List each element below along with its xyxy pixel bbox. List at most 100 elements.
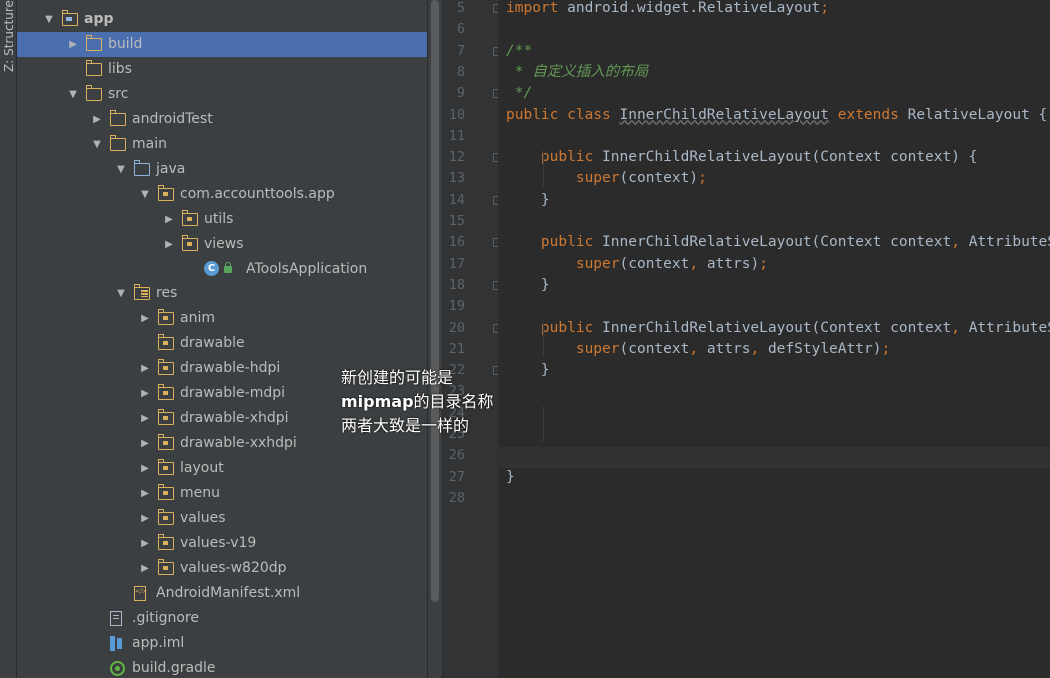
collapsed-arrow-icon[interactable]: ▶ (139, 556, 151, 581)
expanded-arrow-icon[interactable]: ▼ (67, 82, 79, 107)
code-token: (context (619, 340, 690, 357)
code-token: InnerChildRelativeLayout (619, 106, 830, 123)
code-token: attrs) (706, 255, 760, 272)
code-token: extends (829, 106, 908, 123)
collapsed-arrow-icon[interactable]: ▶ (139, 356, 151, 381)
package-folder-icon (157, 459, 174, 476)
expanded-arrow-icon[interactable]: ▼ (43, 7, 55, 32)
tree-item-main[interactable]: ▼ main (17, 132, 427, 157)
code-line[interactable]: /** (506, 41, 532, 62)
code-token: public (506, 234, 603, 251)
expanded-arrow-icon[interactable]: ▼ (139, 182, 151, 207)
code-line[interactable]: super(context, attrs, defStyleAttr); (506, 339, 890, 360)
code-line[interactable]: public InnerChildRelativeLayout(Context … (506, 232, 1050, 253)
code-line[interactable]: public class InnerChildRelativeLayout ex… (506, 105, 1047, 126)
project-tree-scrollbar[interactable] (428, 0, 442, 678)
code-line[interactable]: public InnerChildRelativeLayout(Context … (506, 318, 1050, 339)
editor-gutter: 5 6 7 8 9 10 11 12 13 14 15 16 17 18 19 20 21 22 23 24 25 26 2… (443, 0, 501, 678)
tree-item-res[interactable]: ▼ res (17, 281, 427, 306)
tree-item-build[interactable]: ▶ build (17, 31, 427, 57)
tree-item-src[interactable]: ▼ src (17, 82, 427, 107)
expanded-arrow-icon[interactable]: ▼ (115, 157, 127, 182)
code-token: */ (506, 85, 533, 102)
code-token: ; (820, 0, 830, 16)
code-token: RelativeLayout { (907, 106, 1048, 123)
collapsed-arrow-icon[interactable]: ▶ (67, 32, 79, 57)
line-number: 5 (456, 0, 465, 16)
line-number: 6 (456, 21, 465, 38)
tree-item-drawable[interactable]: drawable (17, 331, 427, 356)
collapsed-arrow-icon[interactable]: ▶ (163, 232, 175, 257)
tree-item-androidmanifest-xml[interactable]: AndroidManifest.xml (17, 581, 427, 606)
code-line[interactable]: } (506, 360, 550, 381)
tree-item-menu[interactable]: ▶ menu (17, 481, 427, 506)
code-editor[interactable]: import android.widget.RelativeLayout; /**… (498, 0, 1050, 678)
line-number: 9 (456, 85, 465, 102)
code-line[interactable]: */ (506, 83, 532, 104)
folder-icon (109, 109, 126, 126)
line-number: 26 (448, 447, 465, 464)
code-token: InnerChildRelativeLayout(Context context… (602, 149, 978, 166)
tree-item-atoolsapplication[interactable]: C AToolsApplication (17, 257, 427, 282)
code-line[interactable]: } (506, 275, 550, 296)
tree-item-views[interactable]: ▶ views (17, 232, 427, 257)
collapsed-arrow-icon[interactable]: ▶ (139, 456, 151, 481)
code-token: ; (759, 255, 768, 272)
expanded-arrow-icon[interactable]: ▼ (91, 132, 103, 157)
code-line[interactable]: super(context, attrs); (506, 254, 768, 275)
line-number: 18 (448, 276, 465, 293)
code-token: } (506, 276, 550, 293)
package-folder-icon (157, 409, 174, 426)
tree-item-values-w820dp[interactable]: ▶ values-w820dp (17, 556, 427, 581)
code-token: ; (698, 170, 707, 187)
tree-item-label: values (180, 510, 226, 526)
package-folder-icon (157, 359, 174, 376)
code-token: , (689, 340, 707, 357)
tree-item-libs[interactable]: libs (17, 57, 427, 82)
code-token: defStyleAttr) (767, 340, 882, 357)
scrollbar-thumb[interactable] (431, 0, 439, 602)
package-folder-icon (157, 558, 174, 575)
line-number: 8 (456, 63, 465, 80)
code-token: super (506, 170, 620, 187)
collapsed-arrow-icon[interactable]: ▶ (139, 381, 151, 406)
collapsed-arrow-icon[interactable]: ▶ (139, 506, 151, 531)
tree-item-app[interactable]: ▼ app (17, 7, 427, 32)
collapsed-arrow-icon[interactable]: ▶ (163, 207, 175, 232)
code-line[interactable]: super(context); (506, 168, 707, 189)
collapsed-arrow-icon[interactable]: ▶ (91, 107, 103, 132)
code-line[interactable]: import android.widget.RelativeLayout; (506, 0, 829, 19)
structure-tool-label[interactable]: Z: Structure (2, 0, 16, 72)
code-line[interactable]: } (506, 190, 550, 211)
xml-file-icon (134, 585, 147, 601)
collapsed-arrow-icon[interactable]: ▶ (139, 306, 151, 331)
tree-item-java[interactable]: ▼ java (17, 157, 427, 182)
expanded-arrow-icon[interactable]: ▼ (115, 281, 127, 306)
tree-item-com-accounttools-app[interactable]: ▼ com.accounttools.app (17, 182, 427, 207)
project-tree[interactable]: ▼ app ▶ build libs ▼ src ▶ androidTest ▼ main ▼ java… (17, 0, 427, 678)
code-line[interactable]: public InnerChildRelativeLayout(Context … (506, 147, 978, 168)
tree-item-values[interactable]: ▶ values (17, 506, 427, 531)
code-line[interactable]: * 自定义插入的布局 (506, 62, 648, 83)
collapsed-arrow-icon[interactable]: ▶ (139, 406, 151, 431)
collapsed-arrow-icon[interactable]: ▶ (139, 431, 151, 456)
tree-item-androidtest[interactable]: ▶ androidTest (17, 107, 427, 132)
folder-icon (85, 59, 102, 76)
line-number: 28 (448, 489, 465, 506)
tree-item-label: menu (180, 485, 220, 502)
tree-item-app-iml[interactable]: app.iml (17, 631, 427, 656)
tree-item-layout[interactable]: ▶ layout (17, 456, 427, 481)
tree-item-label: build.gradle (132, 659, 216, 676)
tree-item-build-gradle[interactable]: build.gradle (17, 656, 427, 678)
tree-item-utils[interactable]: ▶ utils (17, 207, 427, 232)
code-token: (context (619, 255, 690, 272)
tree-item-label: androidTest (132, 110, 213, 127)
code-token: * 自定义插入的布局 (506, 63, 649, 80)
tree-item-gitignore[interactable]: .gitignore (17, 606, 427, 631)
structure-tool-strip[interactable]: Z: Structure (0, 0, 17, 678)
collapsed-arrow-icon[interactable]: ▶ (139, 531, 151, 556)
code-line[interactable]: } (506, 467, 515, 488)
collapsed-arrow-icon[interactable]: ▶ (139, 481, 151, 506)
tree-item-anim[interactable]: ▶ anim (17, 306, 427, 331)
tree-item-values-v19[interactable]: ▶ values-v19 (17, 531, 427, 556)
